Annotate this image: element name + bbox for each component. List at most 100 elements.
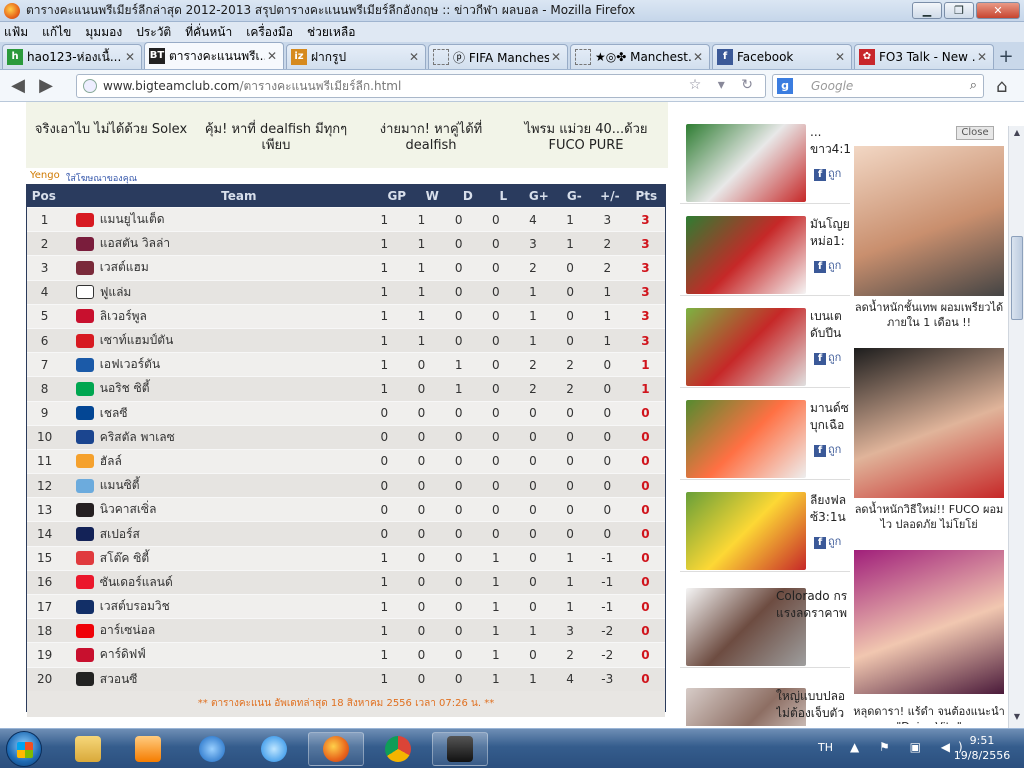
home-icon[interactable]: ⌂: [996, 76, 1007, 97]
tab-close-icon[interactable]: ✕: [833, 50, 847, 64]
language-indicator[interactable]: TH: [818, 741, 833, 754]
scroll-up-arrow-icon[interactable]: ▲: [1011, 128, 1023, 140]
ad-caption[interactable]: หลุดดารา! แร้ดำ จนต้องแนะนำ "Daisy Vita": [852, 704, 1006, 724]
tab-3[interactable]: ⓟ FIFA Manches...✕: [428, 44, 568, 69]
row-team[interactable]: ลิเวอร์พูล: [100, 307, 366, 326]
row-team[interactable]: เชลซี: [100, 404, 366, 423]
row-team[interactable]: คริสตัล พาเลซ: [100, 428, 366, 447]
chrome-taskbar-button[interactable]: [370, 732, 426, 766]
close-window-button[interactable]: ✕: [976, 2, 1020, 19]
row-team[interactable]: ซันเดอร์แลนด์: [100, 573, 366, 592]
news-item[interactable]: ลียงฟล ซ้3:1น f ถูก: [680, 484, 850, 572]
top-ad-link-1[interactable]: คุ้ม! หาที่ dealfish มีทุกๆ เพียบ: [196, 122, 356, 154]
row-team[interactable]: เวสต์บรอมวิช: [100, 597, 366, 616]
row-team[interactable]: แมนซิตี้: [100, 476, 366, 495]
ad-caption[interactable]: ลดน้ำหนักวิธีใหม่!! FUCO ผอมไว ปลอดภัย ไ…: [852, 502, 1006, 532]
camera-app-taskbar-button[interactable]: [432, 732, 488, 766]
tab-close-icon[interactable]: ✕: [265, 49, 279, 63]
news-thumbnail[interactable]: [686, 308, 806, 386]
row-team[interactable]: นิวคาสเซิ่ล: [100, 500, 366, 519]
ad-image[interactable]: [854, 348, 1004, 498]
row-team[interactable]: นอริช ซิตี้: [100, 379, 366, 398]
back-arrow-icon[interactable]: ◀: [4, 72, 32, 100]
row-team[interactable]: อาร์เซน่อล: [100, 621, 366, 640]
vertical-scrollbar[interactable]: ▲ ▼: [1008, 126, 1024, 728]
news-thumbnail[interactable]: [686, 216, 806, 294]
ad-caption[interactable]: ลดน้ำหนักชั้นเทพ ผอมเพรียวได้ภายใน 1 เดื…: [852, 300, 1006, 330]
ad-close-button[interactable]: Close: [956, 126, 994, 140]
facebook-like-button[interactable]: f ถูก: [814, 256, 841, 274]
firefox-taskbar-button[interactable]: [308, 732, 364, 766]
facebook-like-button[interactable]: f ถูก: [814, 348, 841, 366]
news-headline[interactable]: Colorado กร แรงลดราคาพ: [776, 588, 850, 624]
menu-item-4[interactable]: ที่คั่นหน้า: [185, 23, 232, 42]
start-button[interactable]: [6, 731, 42, 767]
row-team[interactable]: คาร์ดิฟฟ์: [100, 645, 366, 664]
menu-item-1[interactable]: แก้ไข: [42, 23, 71, 42]
ad-image[interactable]: [854, 550, 1004, 694]
news-headline[interactable]: ใหญ่แบบปลอ ไม่ต้องเจ็บตัว: [776, 688, 850, 724]
search-input[interactable]: g Google ⌕: [772, 74, 984, 98]
news-headline[interactable]: ... ขาว4:1: [810, 124, 850, 160]
tab-5[interactable]: f Facebook ✕: [712, 44, 852, 69]
news-item[interactable]: ใหญ่แบบปลอ ไม่ต้องเจ็บตัว: [680, 680, 850, 726]
media-player-taskbar-button[interactable]: [120, 732, 176, 766]
tab-close-icon[interactable]: ✕: [691, 50, 705, 64]
tab-0[interactable]: h hao123-ห่องเนื้... ✕: [2, 44, 142, 69]
row-team[interactable]: เอฟเวอร์ตัน: [100, 355, 366, 374]
forward-arrow-icon[interactable]: ▶: [32, 72, 60, 100]
google-engine-icon[interactable]: g: [777, 78, 793, 94]
ie-taskbar-button[interactable]: [246, 732, 302, 766]
itunes-taskbar-button[interactable]: [184, 732, 240, 766]
row-team[interactable]: สวอนซี: [100, 670, 366, 689]
news-item[interactable]: มานด์ซ บุกเฉือ f ถูก: [680, 392, 850, 480]
tab-4[interactable]: ★◎✤ Manchest... ✕: [570, 44, 710, 69]
row-team[interactable]: แมนยูไนเต็ด: [100, 210, 366, 229]
row-team[interactable]: เซาท์แฮมป์ตัน: [100, 331, 366, 350]
news-item[interactable]: เบนเต ดับปีน f ถูก: [680, 300, 850, 388]
menu-item-2[interactable]: มุมมอง: [85, 23, 122, 42]
scroll-down-arrow-icon[interactable]: ▼: [1011, 712, 1023, 724]
news-headline[interactable]: ลียงฟล ซ้3:1น: [810, 492, 850, 528]
new-tab-button[interactable]: +: [996, 47, 1016, 69]
top-ad-link-0[interactable]: จริงเอาไบ ไม่ได้ด้วย Solex: [26, 122, 196, 138]
tab-close-icon[interactable]: ✕: [123, 50, 137, 64]
news-item[interactable]: Colorado กร แรงลดราคาพ: [680, 580, 850, 668]
url-bar[interactable]: www.bigteamclub.com/ตารางคะแนนพรีเมียร์ล…: [76, 74, 766, 98]
clock[interactable]: 9:51 19/8/2556: [952, 733, 1012, 763]
yengo-link[interactable]: ใส่โฆษณาของคุณ: [66, 171, 137, 185]
facebook-like-button[interactable]: f ถูก: [814, 532, 841, 550]
news-item[interactable]: มันโญย หม่อ1: f ถูก: [680, 208, 850, 296]
explorer-taskbar-button[interactable]: [60, 732, 116, 766]
top-ad-link-2[interactable]: ง่ายมาก! หาคู่ได้ที่ dealfish: [356, 122, 506, 154]
row-team[interactable]: แอสตัน วิลล่า: [100, 234, 366, 253]
news-thumbnail[interactable]: [686, 400, 806, 478]
row-team[interactable]: สโต๊ค ซิตี้: [100, 549, 366, 568]
news-headline[interactable]: มันโญย หม่อ1:: [810, 216, 850, 252]
tab-close-icon[interactable]: ✕: [549, 50, 563, 64]
news-item[interactable]: ... ขาว4:1 f ถูก: [680, 116, 850, 204]
news-thumbnail[interactable]: [686, 492, 806, 570]
ad-image[interactable]: [854, 146, 1004, 296]
tab-close-icon[interactable]: ✕: [407, 50, 421, 64]
tab-2[interactable]: iz ฝากรูป ✕: [286, 44, 426, 69]
row-team[interactable]: ฮัลล์: [100, 452, 366, 471]
facebook-like-button[interactable]: f ถูก: [814, 440, 841, 458]
menu-item-0[interactable]: แฟ้ม: [4, 23, 28, 42]
yengo-logo[interactable]: Yengo: [30, 170, 60, 181]
restore-button[interactable]: ❐: [944, 2, 974, 19]
row-team[interactable]: ฟูแล่ม: [100, 283, 366, 302]
news-headline[interactable]: มานด์ซ บุกเฉือ: [810, 400, 850, 436]
scrollbar-thumb[interactable]: [1011, 236, 1023, 320]
row-team[interactable]: สเปอร์ส: [100, 525, 366, 544]
news-thumbnail[interactable]: [686, 124, 806, 202]
tab-close-icon[interactable]: ✕: [975, 50, 989, 64]
menu-item-6[interactable]: ช่วยเหลือ: [307, 23, 356, 42]
menu-item-5[interactable]: เครื่องมือ: [246, 23, 293, 42]
top-ad-link-3[interactable]: ไพรม แม่วย 40...ด้วย FUCO PURE: [506, 122, 666, 154]
minimize-button[interactable]: ▁: [912, 2, 942, 19]
tab-1[interactable]: BT ตารางคะแนนพรีเ... ✕: [144, 42, 284, 69]
menu-item-3[interactable]: ประวัติ: [136, 23, 171, 42]
row-team[interactable]: เวสต์แฮม: [100, 258, 366, 277]
news-headline[interactable]: เบนเต ดับปีน: [810, 308, 850, 344]
